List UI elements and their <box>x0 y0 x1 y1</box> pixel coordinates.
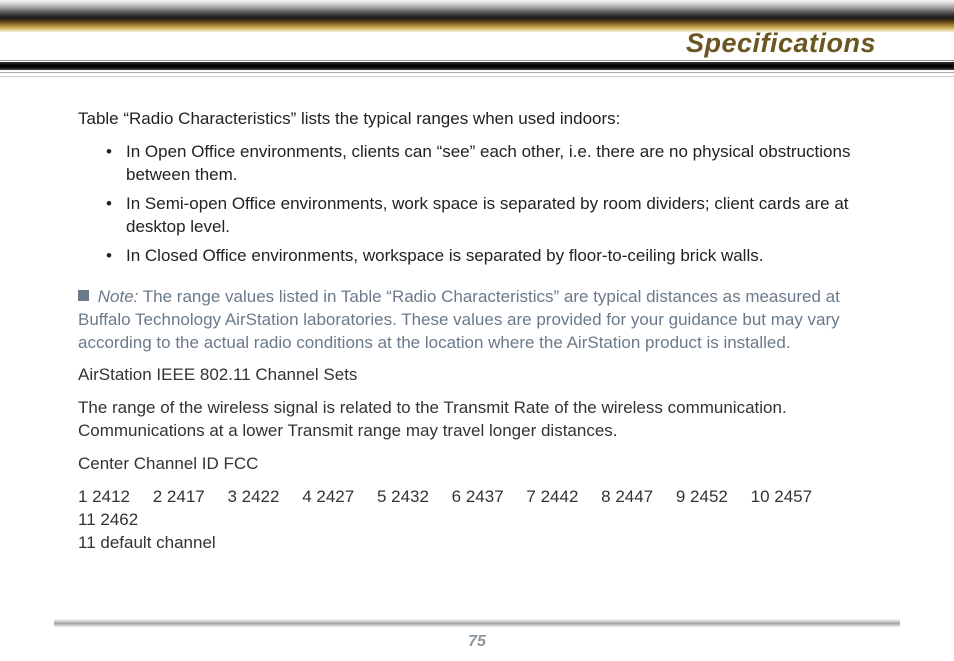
channel-list: 1 2412 2 2417 3 2422 4 2427 5 2432 6 243… <box>78 486 878 555</box>
channel-entry: 4 2427 <box>302 486 354 509</box>
page-number: 75 <box>0 633 954 651</box>
divider <box>0 76 954 77</box>
default-channel: 11 default channel <box>78 533 216 552</box>
channel-entry: 1 2412 <box>78 486 130 509</box>
center-channel-label: Center Channel ID FCC <box>78 453 878 476</box>
channel-entry: 10 2457 <box>751 486 812 509</box>
range-description: The range of the wireless signal is rela… <box>78 397 878 443</box>
intro-text: Table “Radio Characteristics” lists the … <box>78 108 878 131</box>
note-square-icon <box>78 290 89 301</box>
bullet-list: In Open Office environments, clients can… <box>106 141 878 268</box>
divider <box>0 60 954 61</box>
channel-sets-title: AirStation IEEE 802.11 Channel Sets <box>78 364 878 387</box>
list-item: In Open Office environments, clients can… <box>106 141 878 187</box>
page-title: Specifications <box>686 28 876 59</box>
divider <box>0 72 954 73</box>
channel-entry: 2 2417 <box>153 486 205 509</box>
channel-entry: 8 2447 <box>601 486 653 509</box>
footer-gradient-band <box>54 619 900 627</box>
note-label: Note: <box>98 287 139 306</box>
content-area: Table “Radio Characteristics” lists the … <box>78 108 878 565</box>
note-paragraph: Note: The range values listed in Table “… <box>78 286 878 355</box>
channel-entry: 5 2432 <box>377 486 429 509</box>
channel-entry: 9 2452 <box>676 486 728 509</box>
channel-entry: 3 2422 <box>227 486 279 509</box>
list-item: In Semi-open Office environments, work s… <box>106 193 878 239</box>
channel-entry: 11 2462 <box>78 509 138 532</box>
channel-entry: 7 2442 <box>526 486 578 509</box>
channel-entry: 6 2437 <box>452 486 504 509</box>
header-black-band <box>0 62 954 70</box>
list-item: In Closed Office environments, workspace… <box>106 245 878 268</box>
note-text: The range values listed in Table “Radio … <box>78 287 840 352</box>
